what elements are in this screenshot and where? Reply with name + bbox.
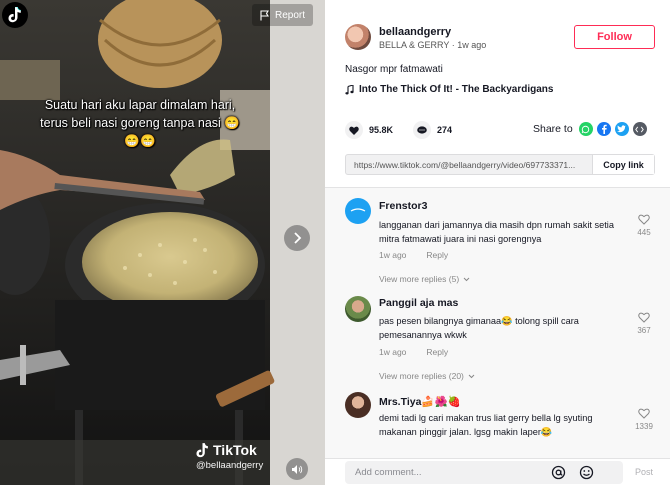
next-video-button[interactable] [284, 225, 310, 251]
heart-icon [349, 126, 359, 135]
author-display-name: BELLA & GERRY [379, 40, 450, 50]
music-note-icon [345, 84, 354, 94]
share-link-box: https://www.tiktok.com/@bellaandgerry/vi… [345, 154, 655, 175]
video-player[interactable]: Report Suatu hari aku lapar dimalam hari… [0, 0, 325, 485]
author-avatar[interactable] [345, 24, 371, 50]
comment-like[interactable]: 367 [631, 312, 657, 335]
comment-list[interactable]: Frenstor3 langganan dari jamannya dia ma… [325, 188, 670, 458]
tiktok-logo-icon [8, 7, 21, 23]
like-count: 95.8K [369, 125, 394, 135]
comment-like-count: 445 [637, 228, 651, 237]
whatsapp-icon [581, 125, 590, 133]
comment-avatar[interactable] [345, 198, 371, 224]
share-row: Share to [533, 122, 647, 136]
author-username[interactable]: bellaandgerry [379, 26, 451, 38]
comment-username[interactable]: Frenstor3 [379, 200, 427, 212]
comment-time: 1w ago [379, 250, 407, 260]
comment-like-count: 367 [637, 326, 651, 335]
video-caption: Suatu hari aku lapar dimalam hari, terus… [40, 98, 240, 148]
heart-outline-icon [638, 214, 650, 225]
volume-icon [292, 464, 303, 474]
comment-composer: Add comment... Post [325, 458, 670, 485]
share-link-url[interactable]: https://www.tiktok.com/@bellaandgerry/vi… [346, 155, 592, 174]
watermark-handle: @bellaandgerry [196, 460, 264, 471]
tiktok-logo[interactable] [2, 2, 28, 28]
reply-button[interactable]: Reply [426, 250, 448, 260]
comment-like[interactable]: 1339 [631, 408, 657, 431]
comment-username[interactable]: Mrs.Tiya🍰🌺🍓 [379, 395, 461, 408]
twitter-icon [617, 125, 627, 133]
view-replies-link[interactable]: View more replies (20) [379, 371, 475, 381]
chevron-down-icon [463, 277, 470, 281]
engagement-stats: 95.8K 274 [345, 121, 452, 139]
volume-button[interactable] [286, 458, 308, 480]
heart-outline-icon [638, 408, 650, 419]
emoji-icon[interactable] [579, 465, 594, 480]
report-label: Report [275, 9, 306, 21]
tiktok-watermark: TikTok @bellaandgerry [196, 442, 263, 471]
video-description: Nasgor mpr fatmawati [345, 64, 443, 75]
like-button[interactable] [345, 121, 363, 139]
twitter-share-button[interactable] [614, 122, 629, 136]
comment-like-count: 1339 [635, 422, 653, 431]
view-replies-label: View more replies (20) [379, 371, 464, 381]
chevron-right-icon [294, 232, 302, 244]
flag-icon [260, 9, 269, 20]
embed-code-icon [635, 126, 644, 132]
comment-avatar[interactable] [345, 392, 371, 418]
facebook-icon [601, 124, 607, 134]
comment-text: pas pesen bilangnya gimanaa😂 tolong spil… [379, 316, 579, 340]
comment-meta: 1w ago Reply [379, 250, 448, 260]
comment-count: 274 [437, 125, 453, 135]
chevron-down-icon [468, 374, 475, 378]
view-replies-link[interactable]: View more replies (5) [379, 274, 470, 284]
comment-avatar[interactable] [345, 296, 371, 322]
comment-bubble-icon [417, 125, 427, 134]
comment-username[interactable]: Panggil aja mas [379, 297, 458, 309]
video-frame [0, 0, 325, 485]
copy-link-button[interactable]: Copy link [592, 155, 654, 174]
reply-button[interactable]: Reply [426, 347, 448, 357]
music-link[interactable]: Into The Thick Of It! - The Backyardigan… [345, 84, 553, 95]
comment-text: demi tadi lg cari makan trus liat gerry … [379, 413, 593, 437]
heart-outline-icon [638, 312, 650, 323]
comment-meta: 1w ago Reply [379, 347, 448, 357]
post-time: 1w ago [457, 40, 487, 50]
comment-text: langganan dari jamannya dia masih dpn ru… [379, 220, 614, 244]
brand-logo-icon [350, 208, 366, 212]
tiktok-watermark-icon [196, 442, 208, 457]
comment-like[interactable]: 445 [631, 214, 657, 237]
share-label: Share to [533, 123, 573, 135]
author-subline: BELLA & GERRY · 1w ago [379, 40, 486, 50]
embed-share-button[interactable] [632, 122, 647, 136]
tiktok-video-page: Report Suatu hari aku lapar dimalam hari… [0, 0, 670, 485]
follow-button[interactable]: Follow [574, 25, 655, 49]
whatsapp-share-button[interactable] [578, 122, 593, 136]
report-button[interactable]: Report [252, 4, 314, 26]
view-replies-label: View more replies (5) [379, 274, 460, 284]
facebook-share-button[interactable] [596, 122, 611, 136]
comment-time: 1w ago [379, 347, 407, 357]
music-title: Into The Thick Of It! - The Backyardigan… [359, 84, 554, 95]
details-panel: bellaandgerry BELLA & GERRY · 1w ago Fol… [325, 0, 670, 485]
comment-button[interactable] [413, 121, 432, 139]
mention-icon[interactable] [551, 465, 566, 480]
post-button[interactable]: Post [635, 467, 653, 477]
watermark-brand: TikTok [213, 442, 257, 458]
